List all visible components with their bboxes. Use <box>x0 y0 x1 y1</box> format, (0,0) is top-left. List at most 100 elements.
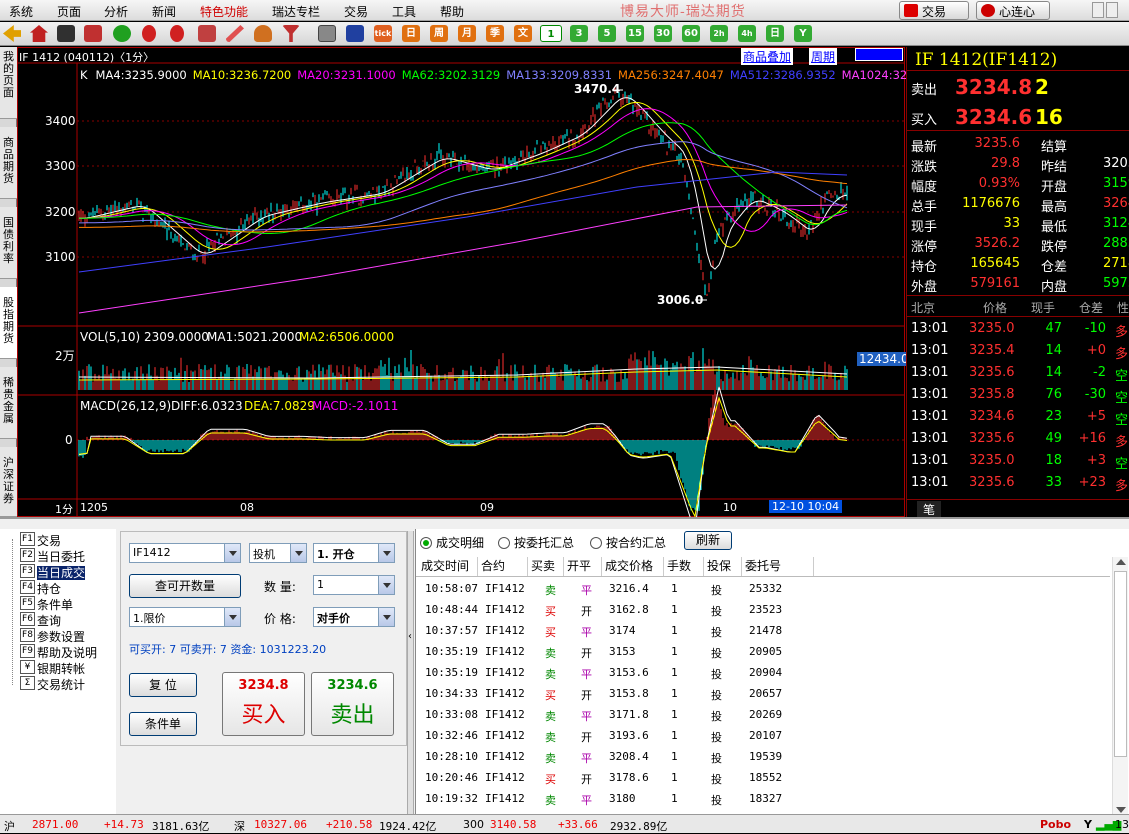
table-row[interactable]: 10:20:46 IF1412 买 开 3178.6 1 投 18552 <box>418 767 1108 788</box>
tree-item-f5[interactable]: F5 条件单 <box>20 596 73 612</box>
menu-help[interactable]: 帮助 <box>440 3 464 20</box>
table-row[interactable]: 10:34:33 IF1412 买 开 3153.8 1 投 20657 <box>418 683 1108 704</box>
tree-item-f8[interactable]: F8 参数设置 <box>20 628 85 644</box>
period-text-icon[interactable]: 文 <box>514 25 532 42</box>
tab-my-page[interactable]: 我的页面 <box>0 47 17 119</box>
zoom-out-icon[interactable] <box>170 25 184 42</box>
tab-precious-metals[interactable]: 稀贵金属 <box>0 367 17 439</box>
drawing-tool-icon[interactable] <box>254 25 272 42</box>
radio-by-contract[interactable]: 按合约汇总 <box>590 534 666 551</box>
stepper-icon[interactable] <box>378 608 394 626</box>
tab-treasury[interactable]: 国债利率 <box>0 207 17 279</box>
scroll-up-icon[interactable] <box>1116 559 1126 565</box>
vertical-scrollbar[interactable] <box>1112 557 1128 816</box>
menu-special[interactable]: 特色功能 <box>200 3 248 20</box>
tree-item-f9[interactable]: F9 帮助及说明 <box>20 644 97 660</box>
red-window-icon[interactable] <box>84 25 102 42</box>
period-2h-button[interactable]: 2h <box>710 25 728 42</box>
column-header[interactable]: 合约 <box>478 557 528 576</box>
conditional-order-button[interactable]: 条件单 <box>129 712 197 736</box>
tree-item-¥[interactable]: ¥ 银期转帐 <box>20 660 85 676</box>
scroll-down-icon[interactable] <box>1116 807 1126 813</box>
period-15min-button[interactable]: 15 <box>626 25 644 42</box>
price-input[interactable]: 对手价 <box>313 607 395 627</box>
open-close-select[interactable]: 1. 开仓 <box>313 543 395 563</box>
buy-button[interactable]: 3234.8 买入 <box>222 672 305 736</box>
refresh-button[interactable]: 刷新 <box>684 531 732 550</box>
column-header[interactable]: 开平 <box>564 557 602 576</box>
overlay-link[interactable]: 商品叠加 <box>741 48 794 65</box>
column-header[interactable]: 手数 <box>664 557 704 576</box>
table-row[interactable]: 10:58:07 IF1412 卖 平 3216.4 1 投 25332 <box>418 578 1108 599</box>
menu-trade[interactable]: 交易 <box>344 3 368 20</box>
panel-splitter[interactable]: ‹ <box>407 531 414 816</box>
table-row[interactable]: 10:35:19 IF1412 卖 平 3153.6 1 投 20904 <box>418 662 1108 683</box>
column-header[interactable]: 成交价格 <box>602 557 664 576</box>
chart-line-icon[interactable] <box>346 25 364 42</box>
period-y-button[interactable]: Y <box>794 25 812 42</box>
table-row[interactable]: 10:35:19 IF1412 卖 开 3153 1 投 20905 <box>418 641 1108 662</box>
pencil-icon[interactable] <box>226 25 244 42</box>
period-1min-button[interactable]: 1 <box>540 25 562 42</box>
chart-nav-icons[interactable] <box>855 48 903 61</box>
tab-index-futures[interactable]: 股指期货 <box>0 287 17 359</box>
sell-row[interactable]: 卖出 3234.8 2 <box>907 75 1129 101</box>
hedge-select[interactable]: 投机 <box>249 543 307 563</box>
check-qty-button[interactable]: 查可开数量 <box>129 574 241 598</box>
table-row[interactable]: 10:37:57 IF1412 买 平 3174 1 投 21478 <box>418 620 1108 641</box>
period-daily-button[interactable]: 日 <box>766 25 784 42</box>
buy-row[interactable]: 买入 3234.6 16 <box>907 105 1129 131</box>
restore-button[interactable] <box>1106 2 1118 18</box>
chevron-left-icon[interactable]: ‹ <box>408 631 412 642</box>
scroll-thumb[interactable] <box>1114 571 1127 757</box>
tree-item-f2[interactable]: F2 当日委托 <box>20 548 85 564</box>
table-row[interactable]: 10:48:44 IF1412 买 开 3162.8 1 投 23523 <box>418 599 1108 620</box>
kline-chart[interactable]: IF 1412 (040112)〈1分〉 商品叠加 周期 K MA4:3235.9… <box>17 47 947 517</box>
tree-item-σ[interactable]: Σ 交易统计 <box>20 676 85 692</box>
home-icon[interactable] <box>30 25 48 42</box>
table-row[interactable]: 10:19:32 IF1412 卖 平 3180 1 投 18327 <box>418 788 1108 809</box>
menu-page[interactable]: 页面 <box>57 3 81 20</box>
table-row[interactable]: 10:32:46 IF1412 卖 开 3193.6 1 投 20107 <box>418 725 1108 746</box>
tree-item-f3[interactable]: F3 当日成交 <box>20 564 86 580</box>
stepper-icon[interactable] <box>378 576 394 594</box>
dark-window-icon[interactable] <box>57 25 75 42</box>
contract-select[interactable]: IF1412 <box>129 543 241 563</box>
menu-system[interactable]: 系统 <box>9 3 33 20</box>
period-quarter-icon[interactable]: 季 <box>486 25 504 42</box>
filter-icon[interactable] <box>282 25 300 42</box>
column-header[interactable]: 投保 <box>704 557 742 576</box>
trade-button[interactable]: 交易 <box>899 1 969 20</box>
tab-ticks[interactable]: 笔 <box>917 501 942 518</box>
refresh-icon[interactable] <box>113 25 131 42</box>
minimize-button[interactable] <box>1092 2 1104 18</box>
tab-commodity-futures[interactable]: 商品期货 <box>0 127 17 199</box>
tree-item-f4[interactable]: F4 持仓 <box>20 580 61 596</box>
tree-item-f6[interactable]: F6 查询 <box>20 612 61 628</box>
filter-icon[interactable]: Y <box>1084 818 1092 831</box>
table-icon[interactable] <box>318 25 336 42</box>
column-header[interactable]: 委托号 <box>742 557 814 576</box>
tree-item-f1[interactable]: F1 交易 <box>20 532 61 548</box>
column-header[interactable]: 成交时间 <box>418 557 478 576</box>
menu-ruida[interactable]: 瑞达专栏 <box>272 3 320 20</box>
menu-analysis[interactable]: 分析 <box>104 3 128 20</box>
tick-icon[interactable]: tick <box>374 25 392 42</box>
chart-canvas[interactable] <box>17 47 905 517</box>
menu-tools[interactable]: 工具 <box>392 3 416 20</box>
zoom-in-icon[interactable] <box>142 25 156 42</box>
qty-input[interactable]: 1 <box>313 575 395 595</box>
period-30min-button[interactable]: 30 <box>654 25 672 42</box>
period-60min-button[interactable]: 60 <box>682 25 700 42</box>
period-link[interactable]: 周期 <box>809 48 838 65</box>
table-row[interactable]: 10:33:08 IF1412 卖 平 3171.8 1 投 20269 <box>418 704 1108 725</box>
period-month-icon[interactable]: 月 <box>458 25 476 42</box>
period-week-icon[interactable]: 周 <box>430 25 448 42</box>
price-type-select[interactable]: 1.限价 <box>129 607 241 627</box>
menu-news[interactable]: 新闻 <box>152 3 176 20</box>
period-4h-button[interactable]: 4h <box>738 25 756 42</box>
connect-button[interactable]: 心连心 <box>976 1 1050 20</box>
reset-button[interactable]: 复 位 <box>129 673 197 697</box>
period-day-icon[interactable]: 日 <box>402 25 420 42</box>
radio-by-order[interactable]: 按委托汇总 <box>498 534 574 551</box>
